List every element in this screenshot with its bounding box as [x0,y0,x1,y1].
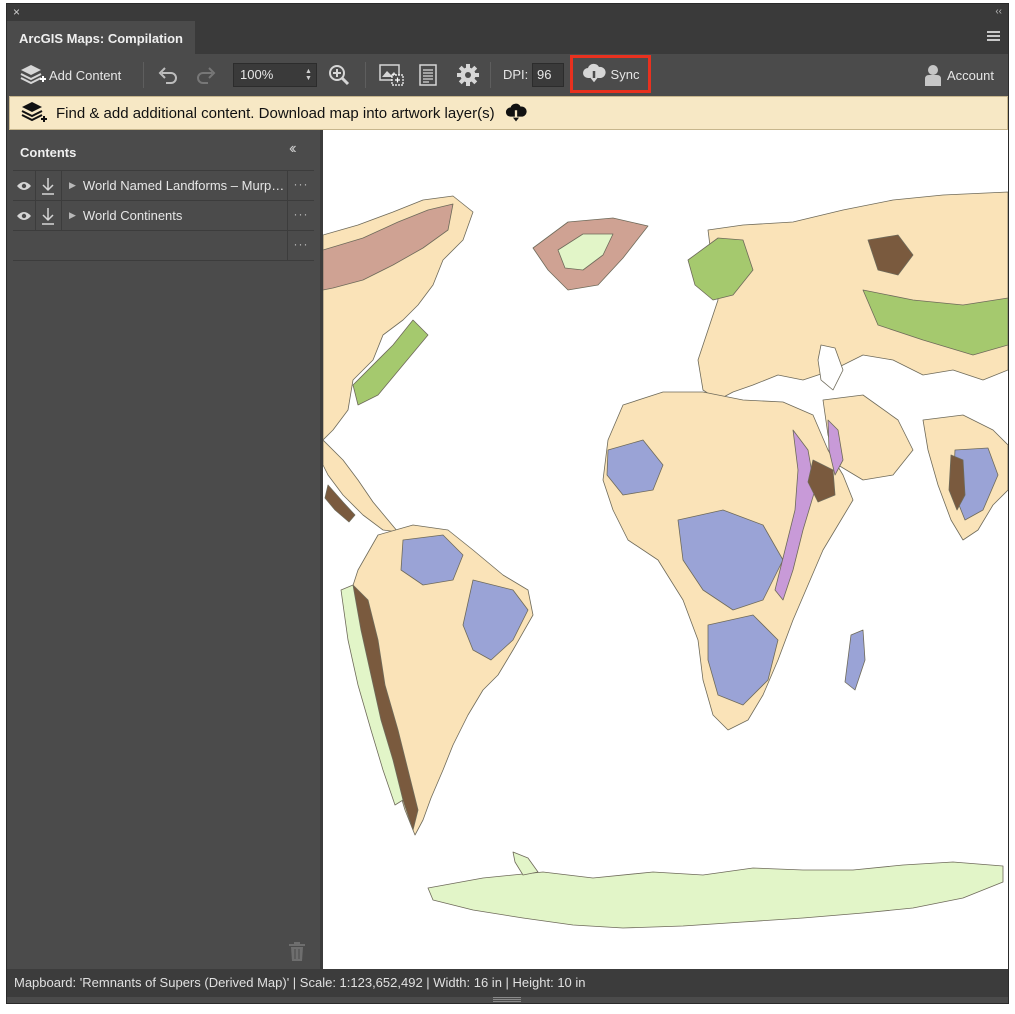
toolbar-divider [490,62,491,88]
gear-icon [457,64,479,86]
extent-icon [379,64,404,86]
group-options-button[interactable]: ··· [287,231,314,260]
contents-title: Contents [20,145,77,160]
add-content-label: Add Content [49,67,122,83]
redo-icon [197,67,216,84]
download-layer-toggle[interactable] [35,171,62,200]
visibility-toggle[interactable] [13,171,36,200]
sync-label: Sync [610,66,640,82]
eye-icon [17,211,31,220]
add-content-icon [20,65,46,85]
expand-caret-icon[interactable]: ▶ [69,210,76,221]
landmass-antarctica-peninsula [512,851,539,876]
tab-arcgis-maps-compilation[interactable]: ArcGIS Maps: Compilation [7,21,195,54]
panel-titlebar: × ‹‹ [7,4,1008,21]
landmass-central-america [323,439,399,533]
zoom-select[interactable]: 100% ▲ ▼ [233,63,317,87]
eye-icon [17,181,31,190]
collapse-panel-icon[interactable]: ‹‹ [995,5,1002,19]
tab-bar: ArcGIS Maps: Compilation [7,21,1008,54]
download-arrow-icon [42,207,54,225]
zoom-in-button[interactable] [328,54,350,96]
landmass-europe [697,191,1008,401]
close-icon[interactable]: × [13,5,20,19]
info-banner: Find & add additional content. Download … [9,96,1008,130]
panel-menu-icon[interactable] [987,31,1000,42]
status-bar: Mapboard: 'Remnants of Supers (Derived M… [7,969,1008,997]
layer-row-empty: ··· [13,230,314,261]
dpi-label: DPI: [503,67,529,82]
expand-caret-icon[interactable]: ▶ [69,180,76,191]
banner-text: Find & add additional content. Download … [56,104,495,122]
settings-button[interactable] [457,54,479,96]
zoom-in-icon [329,65,350,86]
undo-icon [158,67,177,84]
map-preview[interactable] [323,130,1008,969]
layer-label: World Continents [82,208,183,223]
arcgis-panel: × ‹‹ ArcGIS Maps: Compilation Add Conten… [6,3,1009,1004]
sync-button[interactable]: Sync [570,55,651,93]
toolbar-divider [143,62,144,88]
landmass-madagascar [844,629,866,691]
zoom-value: 100% [240,67,274,82]
cloud-download-icon [582,63,606,84]
landmass-antarctica [427,861,1004,929]
layer-name-cell[interactable]: ▶ World Continents [61,201,287,230]
toolbar: Add Content 100% ▲ ▼ DPI: 96 Sync Accoun… [7,54,1008,96]
stepper-arrows-icon[interactable]: ▲ ▼ [305,68,312,82]
collapse-sidebar-icon[interactable]: ‹‹ [289,140,296,158]
account-button[interactable]: Account [925,54,994,96]
add-content-icon [21,102,47,122]
contents-sidebar: Contents ‹‹ ▶ World Named Landforms – Mu… [7,130,320,969]
undo-button[interactable] [157,54,179,96]
delete-layer-button[interactable] [289,942,305,967]
visibility-toggle[interactable] [13,201,36,230]
add-content-button[interactable]: Add Content [19,54,121,96]
download-layer-toggle[interactable] [35,201,62,230]
redo-button[interactable] [195,54,217,96]
dpi-input[interactable]: 96 [532,63,564,87]
document-icon [419,64,437,86]
trash-icon [289,942,305,961]
cloud-download-icon [505,103,527,123]
resize-grip-icon[interactable] [493,997,521,1003]
account-label: Account [947,67,994,83]
world-landforms-map [323,191,1008,929]
layer-label: World Named Landforms – Murphy Landforms [82,178,287,193]
layer-options-button[interactable]: ··· [287,171,314,200]
layer-options-button[interactable]: ··· [287,201,314,230]
map-extent-button[interactable] [379,54,405,96]
download-arrow-icon [42,177,54,195]
document-button[interactable] [419,54,437,96]
layer-list: ▶ World Named Landforms – Murphy Landfor… [13,170,314,261]
toolbar-divider [365,62,366,88]
layer-row-world-named-landforms[interactable]: ▶ World Named Landforms – Murphy Landfor… [13,170,314,201]
layer-name-cell[interactable]: ▶ World Named Landforms – Murphy Landfor… [61,171,287,200]
layer-row-world-continents[interactable]: ▶ World Continents ··· [13,200,314,231]
user-icon [925,65,942,86]
